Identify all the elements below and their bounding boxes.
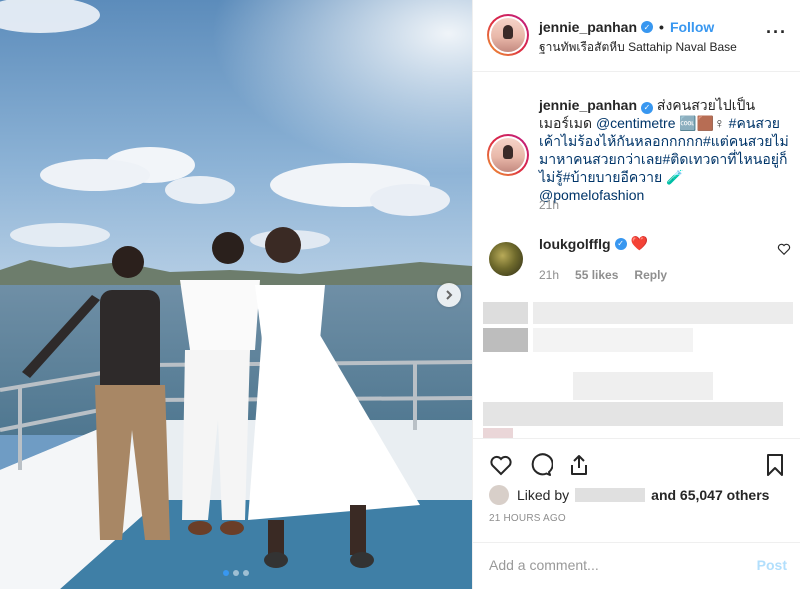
caption-time[interactable]: 21h: [539, 198, 559, 212]
blurred-comment: [573, 372, 713, 400]
caption-text: jennie_panhan ✓ ส่งคนสวยไปเป็นเมอร์เมด @c…: [539, 96, 789, 204]
verified-badge-icon: ✓: [614, 237, 627, 250]
post-timestamp[interactable]: 21 HOURS AGO: [489, 513, 566, 524]
add-comment-bar: Post: [473, 542, 800, 589]
comment-likes[interactable]: 55 likes: [575, 268, 618, 282]
comments-section: jennie_panhan ✓ ส่งคนสวยไปเป็นเมอร์เมด @c…: [473, 72, 800, 438]
author-avatar[interactable]: [487, 14, 529, 56]
flask-emoji: 🧪: [666, 169, 684, 185]
add-comment-input[interactable]: [489, 555, 739, 575]
blurred-comment: [483, 428, 513, 438]
comment-time[interactable]: 21h: [539, 268, 559, 282]
post-header: jennie_panhan ✓ • Follow ฐานทัพเรือสัตหี…: [473, 0, 800, 72]
carousel-dot-3: [243, 570, 249, 576]
like-comment-heart-icon[interactable]: [777, 242, 791, 256]
blurred-comment: [483, 302, 528, 324]
follow-button[interactable]: Follow: [670, 19, 714, 35]
carousel-dot-1: [223, 570, 229, 576]
liked-by-count[interactable]: and 65,047 others: [651, 487, 769, 503]
blurred-comment: [533, 328, 693, 352]
verified-badge-icon: ✓: [641, 102, 654, 114]
separator-bullet: •: [659, 19, 664, 35]
post-location[interactable]: ฐานทัพเรือสัตหีบ Sattahip Naval Base: [539, 38, 737, 57]
verified-badge-icon: ✓: [641, 21, 654, 33]
liked-by-prefix: Liked by: [517, 487, 570, 503]
bookmark-icon[interactable]: [763, 453, 787, 477]
carousel-dot-2: [233, 570, 239, 576]
commenter-avatar[interactable]: [489, 242, 523, 276]
comment-heart-emoji: ❤️: [630, 235, 648, 251]
chevron-right-icon: [446, 290, 453, 300]
comment-text: loukgolfflg ✓ ❤️: [539, 235, 648, 252]
caption-avatar[interactable]: [487, 134, 529, 176]
caption-username[interactable]: jennie_panhan: [539, 97, 637, 113]
heart-icon[interactable]: [489, 453, 513, 477]
more-options-icon[interactable]: ···: [766, 22, 787, 43]
author-username[interactable]: jennie_panhan: [539, 19, 637, 35]
comment-meta: 21h 55 likes Reply: [539, 268, 667, 282]
next-photo-button[interactable]: [437, 283, 461, 307]
mention-centimetre[interactable]: @centimetre: [596, 115, 676, 131]
author-name-row: jennie_panhan ✓ • Follow: [539, 19, 714, 35]
comment-icon[interactable]: [529, 453, 553, 477]
post-photo[interactable]: [0, 0, 472, 589]
blurred-comment: [483, 402, 783, 426]
post-comment-button[interactable]: Post: [757, 557, 787, 573]
reply-button[interactable]: Reply: [634, 268, 667, 282]
post-panel: jennie_panhan ✓ • Follow ฐานทัพเรือสัตหี…: [472, 0, 800, 589]
commenter-username[interactable]: loukgolfflg: [539, 236, 611, 252]
carousel-dots: [0, 570, 472, 576]
post-actions: Liked by and 65,047 others 21 HOURS AGO: [473, 438, 800, 542]
liker-name-blurred[interactable]: [575, 488, 646, 502]
blurred-comment: [533, 302, 793, 324]
blurred-comment: [483, 328, 528, 352]
liker-avatar[interactable]: [489, 485, 509, 505]
share-icon[interactable]: [567, 453, 591, 477]
caption-emoji: 🆒🟫♀: [679, 115, 725, 131]
photo-image: [0, 0, 472, 589]
liked-by-row: Liked by and 65,047 others: [489, 485, 769, 505]
